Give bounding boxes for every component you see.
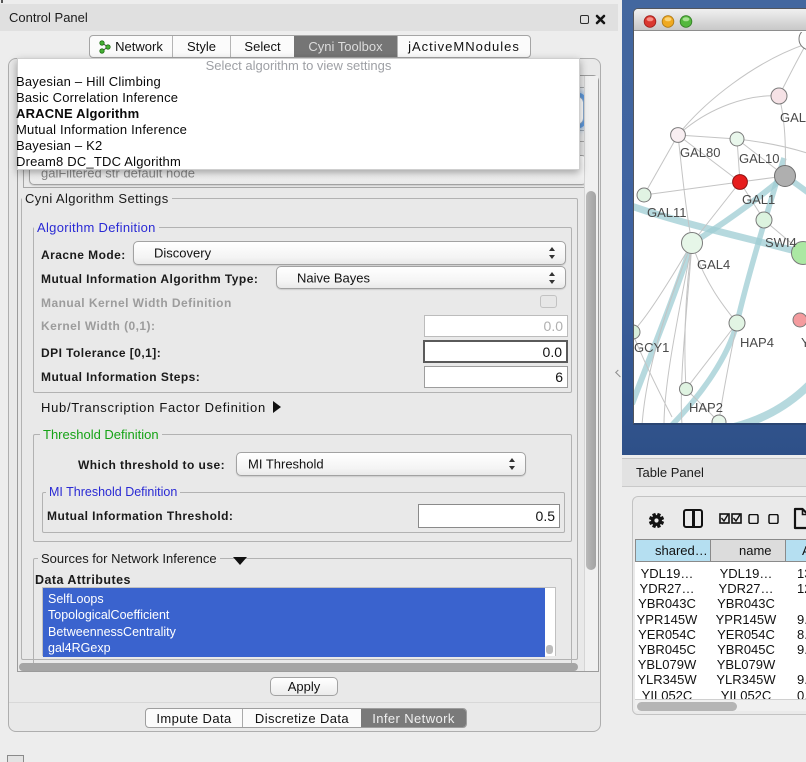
svg-text:Y: Y [801,335,806,350]
svg-text:SWI4: SWI4 [765,235,797,250]
svg-text:HAP4: HAP4 [740,335,774,350]
svg-text:GAL80: GAL80 [680,145,720,160]
svg-text:GAL10: GAL10 [739,151,779,166]
svg-text:GAL1: GAL1 [742,192,775,207]
svg-text:GCY1: GCY1 [634,340,669,355]
svg-text:GAL7: GAL7 [780,110,806,125]
svg-text:GAL4: GAL4 [697,257,730,272]
svg-text:HAP2: HAP2 [689,400,723,415]
svg-text:GAL11: GAL11 [647,205,687,220]
